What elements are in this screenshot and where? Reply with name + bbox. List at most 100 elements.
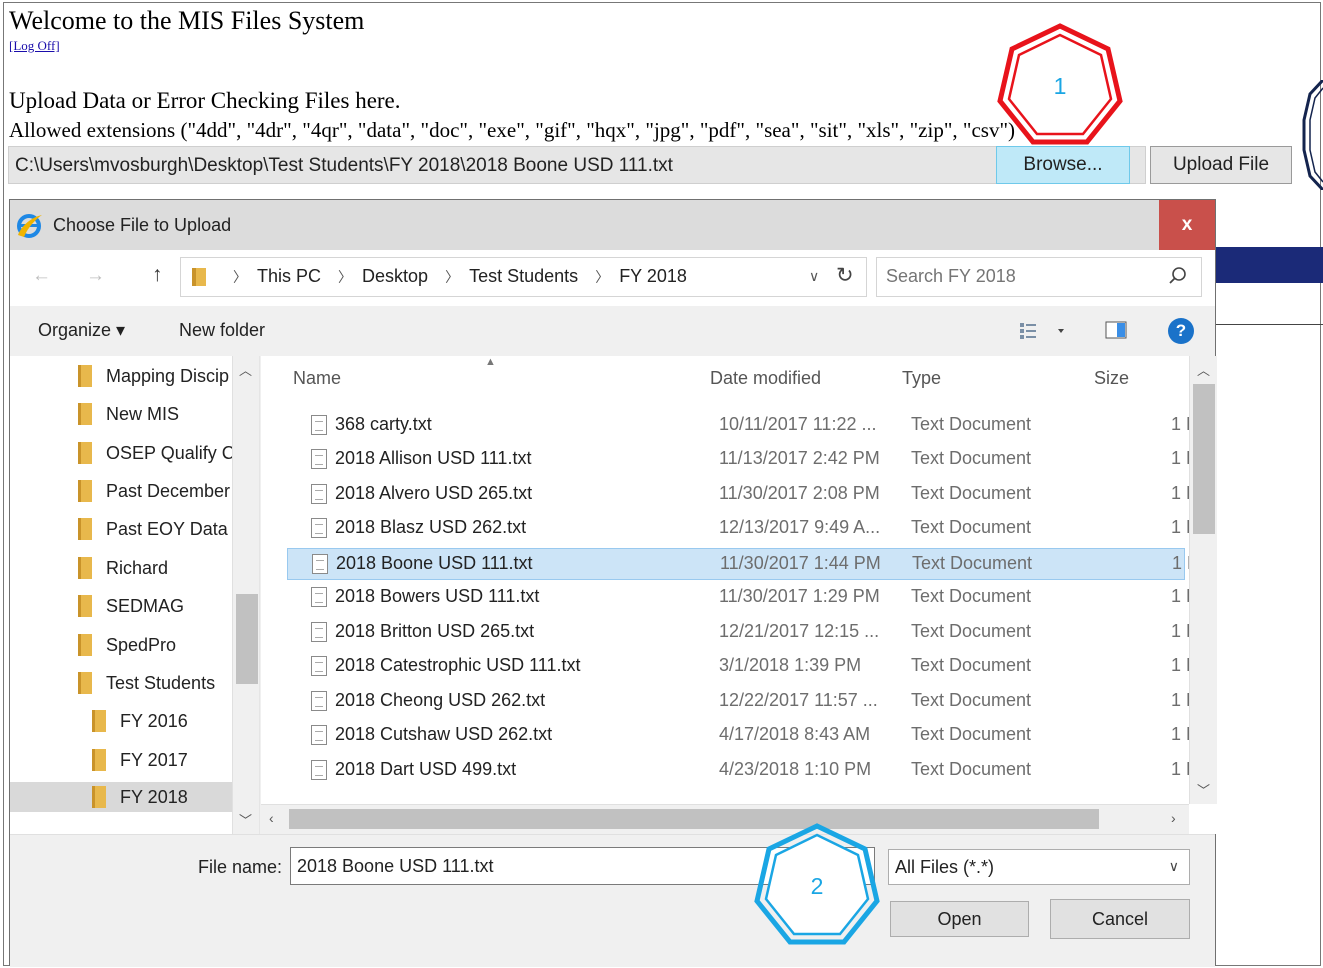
back-arrow-icon[interactable]: ←	[32, 265, 51, 287]
callout-marker-2-label: 2	[811, 873, 824, 899]
file-type-filter-value: All Files (*.*)	[895, 857, 995, 877]
nav-item-fy-2018[interactable]: FY 2018	[10, 782, 232, 812]
search-box[interactable]	[876, 257, 1202, 297]
nav-scrollbar[interactable]: ︿ ﹀	[232, 356, 259, 834]
up-arrow-icon[interactable]: ↑	[152, 263, 163, 287]
file-date: 4/23/2018 1:10 PM	[719, 759, 872, 779]
horizontal-scrollbar[interactable]: ‹ ›	[261, 804, 1189, 834]
scroll-down-icon[interactable]: ﹀	[239, 810, 252, 829]
folder-icon	[190, 266, 210, 288]
column-header-size[interactable]: Size	[1094, 368, 1129, 389]
column-header-date[interactable]: Date modified	[710, 368, 821, 389]
folder-icon	[78, 672, 92, 694]
logoff-link[interactable]: [Log Off]	[9, 38, 60, 54]
nav-item-fy-2017[interactable]: FY 2017	[92, 745, 188, 775]
nav-item-fy-2016[interactable]: FY 2016	[92, 706, 188, 736]
breadcrumb-fy-2018[interactable]: FY 2018	[619, 266, 687, 286]
file-row[interactable]: 2018 Blasz USD 262.txt 12/13/2017 9:49 A.…	[287, 513, 1198, 545]
column-header-name[interactable]: Name	[293, 368, 341, 389]
nav-item-richard[interactable]: Richard	[78, 553, 168, 583]
file-date: 12/21/2017 12:15 ...	[719, 621, 880, 641]
file-name: 2018 Blasz USD 262.txt	[335, 517, 527, 537]
search-input[interactable]	[886, 266, 1156, 287]
file-row-selected[interactable]: 2018 Boone USD 111.txt 11/30/2017 1:44 PM…	[287, 548, 1199, 580]
callout-marker-1: 1	[995, 22, 1125, 153]
file-row[interactable]: 2018 Allison USD 111.txt 11/13/2017 2:42 …	[287, 444, 1198, 476]
file-row[interactable]: 2018 Bowers USD 111.txt 11/30/2017 1:29 P…	[287, 582, 1198, 614]
scroll-up-icon[interactable]: ︿	[239, 360, 252, 379]
nav-item-label: Richard	[106, 557, 169, 578]
breadcrumb-this-pc[interactable]: This PC	[257, 266, 321, 286]
breadcrumb-test-students[interactable]: Test Students	[469, 266, 578, 286]
close-button[interactable]: x	[1159, 200, 1215, 250]
forward-arrow-icon[interactable]: →	[86, 265, 105, 287]
refresh-icon[interactable]: ↻	[836, 263, 854, 288]
folder-icon	[78, 557, 92, 579]
folder-icon	[78, 595, 92, 617]
text-document-icon	[311, 656, 327, 676]
address-bar[interactable]: 〉 This PC 〉 Desktop 〉 Test Students 〉 FY 201…	[180, 257, 867, 297]
nav-scrollbar-thumb[interactable]	[236, 594, 258, 684]
file-date: 11/30/2017 1:44 PM	[720, 553, 881, 573]
file-row[interactable]: 2018 Cutshaw USD 262.txt 4/17/2018 8:43 A…	[287, 720, 1198, 752]
dialog-titlebar[interactable]: Choose File to Upload x	[10, 200, 1215, 250]
nav-item-new-mis[interactable]: New MIS	[78, 399, 179, 429]
upload-instructions: Upload Data or Error Checking Files here…	[9, 88, 401, 113]
file-row[interactable]: 2018 Dart USD 499.txt 4/23/2018 1:10 PM Te…	[287, 755, 1198, 787]
breadcrumb-desktop[interactable]: Desktop	[362, 266, 428, 286]
nav-item-label: Past EOY Data	[106, 518, 228, 539]
file-name: 2018 Bowers USD 111.txt	[335, 586, 540, 606]
folder-icon	[78, 365, 92, 387]
file-name: 2018 Boone USD 111.txt	[336, 553, 533, 573]
nav-item-sedmag[interactable]: SEDMAG	[78, 591, 184, 621]
nav-item-past-eoy-data[interactable]: Past EOY Data	[78, 514, 228, 544]
navigation-pane: Mapping Discip New MIS OSEP Qualify C Pa…	[10, 356, 260, 834]
nav-item-label: SEDMAG	[106, 595, 185, 616]
file-list-scrollbar-thumb[interactable]	[1193, 384, 1215, 534]
horizontal-scrollbar-thumb[interactable]	[289, 809, 1099, 829]
scroll-left-icon[interactable]: ‹	[269, 810, 274, 826]
help-icon[interactable]: ?	[1168, 318, 1194, 344]
upload-file-button[interactable]: Upload File	[1150, 146, 1292, 184]
text-document-icon	[311, 691, 327, 711]
file-list-scrollbar[interactable]: ︿ ﹀	[1189, 356, 1217, 804]
scroll-down-icon[interactable]: ﹀	[1197, 780, 1210, 799]
file-path-field[interactable]: C:\Users\mvosburgh\Desktop\Test Students…	[8, 146, 1146, 184]
nav-item-test-students[interactable]: Test Students	[78, 668, 215, 698]
nav-item-spedpro[interactable]: SpedPro	[78, 630, 176, 660]
nav-item-label: Test Students	[106, 672, 216, 693]
new-folder-button[interactable]: New folder	[179, 320, 265, 341]
text-document-icon	[311, 484, 327, 504]
change-view-icon[interactable]	[1018, 318, 1078, 344]
preview-pane-icon[interactable]	[1105, 321, 1127, 339]
file-type: Text Document	[912, 553, 1033, 573]
file-name: 2018 Cheong USD 262.txt	[335, 690, 546, 710]
text-document-icon	[312, 554, 328, 574]
organize-menu[interactable]: Organize ▾	[38, 320, 125, 341]
scroll-right-icon[interactable]: ›	[1171, 810, 1176, 826]
file-row[interactable]: 2018 Alvero USD 265.txt 11/30/2017 2:08 P…	[287, 479, 1198, 511]
file-date: 11/30/2017 2:08 PM	[719, 483, 880, 503]
nav-item-mapping-discip[interactable]: Mapping Discip	[78, 361, 229, 391]
file-type: Text Document	[911, 414, 1032, 434]
dialog-title: Choose File to Upload	[53, 215, 232, 235]
nav-item-osep-qualify[interactable]: OSEP Qualify C	[78, 438, 235, 468]
file-name: 368 carty.txt	[335, 414, 432, 434]
text-document-icon	[311, 760, 327, 780]
file-date: 11/13/2017 2:42 PM	[719, 448, 880, 468]
file-row[interactable]: 2018 Britton USD 265.txt 12/21/2017 12:15…	[287, 617, 1198, 649]
text-document-icon	[311, 622, 327, 642]
file-date: 11/30/2017 1:29 PM	[719, 586, 880, 606]
column-header-type[interactable]: Type	[902, 368, 941, 389]
file-row[interactable]: 2018 Catestrophic USD 111.txt 3/1/2018 1:…	[287, 651, 1198, 683]
cancel-button[interactable]: Cancel	[1050, 899, 1190, 939]
scroll-up-icon[interactable]: ︿	[1197, 360, 1210, 379]
chevron-down-icon[interactable]: ∨	[809, 268, 819, 285]
open-button[interactable]: Open	[890, 901, 1029, 937]
file-row[interactable]: 368 carty.txt 10/11/2017 11:22 ... Text Do…	[287, 410, 1198, 442]
nav-item-past-december[interactable]: Past December	[78, 476, 230, 506]
file-type-filter[interactable]: All Files (*.*) ∨	[888, 849, 1190, 885]
folder-icon	[92, 786, 106, 808]
file-row[interactable]: 2018 Cheong USD 262.txt 12/22/2017 11:57 …	[287, 686, 1198, 718]
search-icon[interactable]	[1167, 265, 1189, 287]
